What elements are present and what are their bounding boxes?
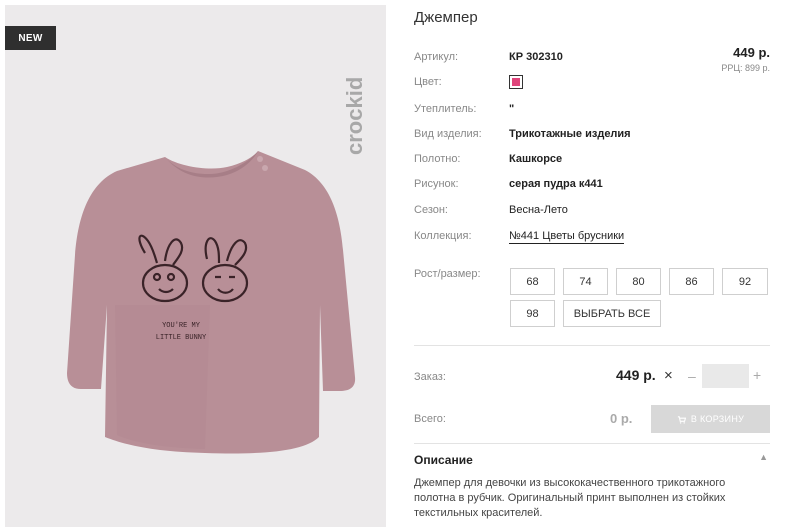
total-value: 0 р. [610,411,633,426]
product-image[interactable]: YOU'RE MY LITTLE BUNNY NEW crockid [5,5,386,527]
attr-value-pattern: серая пудра к441 [509,178,603,190]
attr-value-insulation: " [509,103,515,115]
size-button-92[interactable]: 92 [722,268,768,295]
color-swatch-fill [512,78,520,86]
cart-icon [677,415,686,424]
size-button-68[interactable]: 68 [510,268,555,295]
new-badge: NEW [5,26,56,50]
collection-link[interactable]: №441 Цветы брусники [509,230,625,244]
sizes-label: Рост/размер: [414,268,481,280]
divider [414,443,770,444]
size-button-80[interactable]: 80 [616,268,661,295]
quantity-input[interactable] [702,364,749,388]
product-title: Джемпер [414,9,478,26]
attr-label-article: Артикул: [414,51,459,63]
order-price: 449 р. [616,367,656,383]
svg-text:crockid: crockid [342,77,367,155]
brand-logo: crockid [342,77,367,155]
size-button-74[interactable]: 74 [563,268,608,295]
quantity-decrement-button[interactable]: – [688,368,696,384]
attr-label-color: Цвет: [414,76,442,88]
color-swatch[interactable] [509,75,523,89]
multiply-icon: × [664,367,673,384]
order-label: Заказ: [414,371,446,383]
attr-value-article: КР 302310 [509,51,563,63]
attr-label-pattern: Рисунок: [414,178,459,190]
product-price: 449 р. [733,45,770,60]
attr-value-fabric: Кашкорсе [509,153,563,165]
attr-label-collection: Коллекция: [414,230,472,242]
attr-label-product-type: Вид изделия: [414,128,482,140]
svg-text:YOU'RE MY: YOU'RE MY [162,322,201,330]
description-text: Джемпер для девочки из высококачественно… [414,477,726,519]
attr-value-product-type: Трикотажные изделия [509,128,631,140]
quantity-increment-button[interactable]: + [753,367,761,383]
select-all-sizes-button[interactable]: ВЫБРАТЬ ВСЕ [563,300,661,327]
size-button-86[interactable]: 86 [669,268,714,295]
add-to-cart-label: В КОРЗИНУ [690,414,745,424]
attr-label-insulation: Утеплитель: [414,103,477,115]
product-photo-jumper: YOU'RE MY LITTLE BUNNY [67,151,356,454]
description-title[interactable]: Описание [414,453,473,467]
attr-value-season: Весна-Лето [509,204,568,216]
add-to-cart-button[interactable]: В КОРЗИНУ [651,405,770,433]
attr-label-fabric: Полотно: [414,153,461,165]
total-label: Всего: [414,413,446,425]
divider [414,345,770,346]
svg-text:LITTLE BUNNY: LITTLE BUNNY [156,334,207,342]
recommended-retail-price: РРЦ: 899 р. [721,63,770,73]
chevron-up-icon[interactable]: ▲ [759,452,768,462]
size-button-98[interactable]: 98 [510,300,555,327]
attr-label-season: Сезон: [414,204,448,216]
